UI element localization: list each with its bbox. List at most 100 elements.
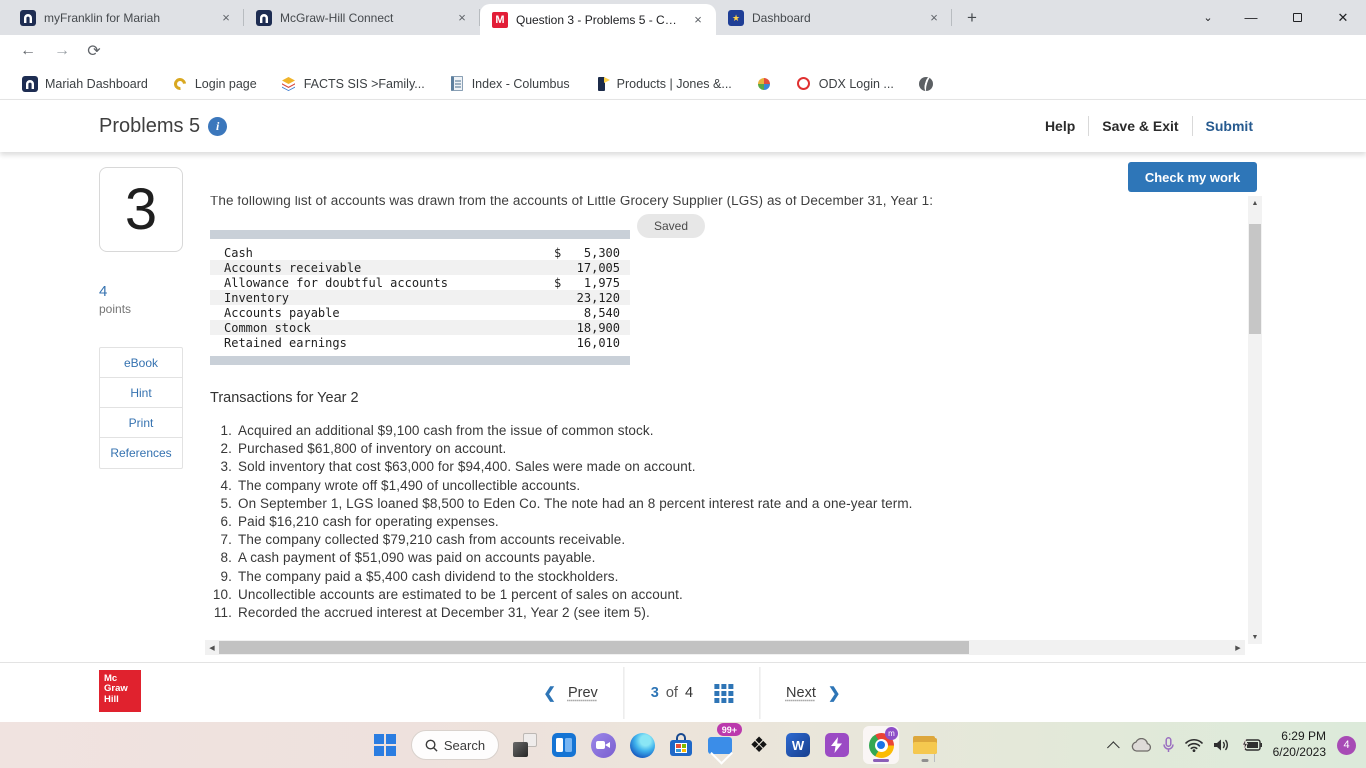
new-tab-button[interactable]: + (958, 4, 986, 32)
tab-close-icon[interactable]: × (218, 10, 234, 26)
chrome-profile-badge: m (885, 727, 898, 740)
widgets-button[interactable] (551, 732, 577, 758)
vertical-scroll-thumb[interactable] (1249, 224, 1261, 334)
gold-crest-icon (171, 75, 189, 92)
tab-close-icon[interactable]: × (454, 10, 470, 26)
mail-icon[interactable]: 99+ (707, 723, 742, 758)
forward-button[interactable]: → (50, 39, 74, 63)
system-tray: 6:29 PM 6/20/2023 4 (1106, 722, 1356, 768)
next-question-button[interactable]: Next ❯ (786, 684, 840, 702)
scroll-up-icon[interactable]: ▲ (1248, 196, 1262, 210)
check-my-work-button[interactable]: Check my work (1128, 162, 1257, 192)
bookmark-login-page[interactable]: Login page (160, 72, 269, 96)
ebook-button[interactable]: eBook (100, 348, 182, 378)
back-button[interactable]: ← (16, 39, 40, 63)
assignment-title: Problems 5 (99, 114, 201, 137)
scroll-left-icon[interactable]: ◀ (205, 640, 219, 655)
account-name: Accounts payable (224, 305, 340, 320)
page-of-label: of (665, 685, 678, 701)
account-name: Retained earnings (224, 335, 347, 350)
submit-button[interactable]: Submit (1206, 118, 1253, 134)
microphone-icon[interactable] (1162, 737, 1174, 753)
question-grid-icon[interactable] (714, 683, 734, 703)
table-row: Accounts payable 8,540 (210, 305, 630, 320)
onedrive-cloud-icon[interactable] (1131, 738, 1152, 752)
file-explorer-icon[interactable] (912, 726, 938, 764)
date-text: 6/20/2023 (1272, 745, 1326, 759)
chevron-left-icon: ❮ (543, 685, 556, 702)
assignment-header: Problems 5 i Saved Help Save & Exit Subm… (0, 100, 1366, 238)
edge-icon[interactable] (629, 732, 655, 758)
account-amount: 16,010 (576, 335, 620, 350)
horizontal-scroll-thumb[interactable] (219, 641, 969, 654)
save-and-exit-button[interactable]: Save & Exit (1102, 118, 1178, 134)
teams-chat-button[interactable] (590, 732, 616, 758)
microsoft-store-icon[interactable] (668, 732, 694, 758)
account-name: Accounts receivable (224, 260, 362, 275)
references-button[interactable]: References (100, 438, 182, 468)
tab-close-icon[interactable]: × (690, 12, 706, 28)
time-text: 6:29 PM (1281, 729, 1326, 744)
bookmark-mariah-dashboard[interactable]: Mariah Dashboard (10, 72, 160, 96)
tab-mcgrawhill-connect[interactable]: McGraw-Hill Connect × (244, 0, 480, 35)
bookmark-label: Products | Jones &... (616, 76, 732, 91)
bookmark-facts-sis[interactable]: FACTS SIS >Family... (269, 72, 437, 96)
notification-count-badge[interactable]: 4 (1337, 735, 1356, 755)
bookmark-index-columbus[interactable]: Index - Columbus (437, 72, 582, 96)
bookmarks-bar: Mariah Dashboard Login page FACTS SIS >F… (0, 68, 1366, 100)
wifi-icon[interactable] (1184, 738, 1203, 752)
lightning-app-icon[interactable] (824, 732, 850, 758)
table-band (210, 356, 630, 365)
taskbar-clock[interactable]: 6:29 PM 6/20/2023 (1273, 729, 1326, 760)
bookmark-label: Login page (194, 76, 257, 91)
minimize-button[interactable]: — (1228, 0, 1274, 35)
scroll-down-icon[interactable]: ▼ (1248, 630, 1262, 644)
tab-myfranklin[interactable]: myFranklin for Mariah × (8, 0, 244, 35)
reload-button[interactable]: ⟳ (82, 39, 106, 63)
vertical-scrollbar[interactable]: ▲ ▼ (1248, 196, 1262, 644)
tab-search-chevron-icon[interactable]: ⌄ (1188, 0, 1228, 35)
bookmark-odx-login[interactable]: ODX Login ... (784, 72, 906, 96)
transaction-item: On September 1, LGS loaned $8,500 to Ede… (238, 495, 913, 511)
restore-button[interactable] (1274, 0, 1320, 35)
taskbar-search[interactable]: Search (411, 730, 499, 760)
table-row: Accounts receivable 17,005 (210, 260, 630, 275)
word-icon[interactable]: W (785, 732, 811, 758)
tab-question3-problems5-active[interactable]: M Question 3 - Problems 5 - Conne × (480, 4, 716, 35)
browser-tab-strip: myFranklin for Mariah × McGraw-Hill Conn… (0, 0, 1366, 35)
info-icon[interactable]: i (208, 116, 228, 136)
print-button[interactable]: Print (100, 408, 182, 438)
transaction-item: The company collected $79,210 cash from … (238, 532, 626, 548)
bookmark-products-jones[interactable]: Products | Jones &... (582, 72, 744, 96)
mheducation-favicon-icon: M (492, 11, 508, 28)
next-label[interactable]: Next (786, 685, 816, 701)
dropbox-icon[interactable]: ❖ (746, 732, 772, 758)
hidden-icons-chevron[interactable] (1106, 740, 1120, 754)
tab-dashboard[interactable]: ★ Dashboard × (716, 0, 952, 35)
tab-close-icon[interactable]: × (926, 10, 942, 26)
tab-title: Dashboard (752, 10, 811, 25)
table-band (210, 230, 630, 239)
hint-button[interactable]: Hint (100, 378, 182, 408)
bookmark-pinwheel[interactable] (744, 72, 784, 96)
volume-icon[interactable] (1213, 738, 1231, 752)
battery-charging-icon[interactable] (1241, 739, 1262, 751)
transactions-title: Transactions for Year 2 (210, 390, 359, 406)
prev-label[interactable]: Prev (568, 685, 598, 701)
bookmark-label: FACTS SIS >Family... (303, 76, 425, 91)
scroll-right-icon[interactable]: ▶ (1231, 640, 1245, 655)
window-controls: ⌄ — ✕ (1188, 0, 1366, 35)
start-button[interactable] (372, 732, 398, 758)
account-amount: 18,900 (576, 320, 620, 335)
chrome-icon-active[interactable]: m (863, 726, 899, 764)
close-button[interactable]: ✕ (1320, 0, 1366, 35)
accounts-table: Cash $ 5,300 Accounts receivable 17,005 … (210, 230, 630, 365)
help-button[interactable]: Help (1045, 118, 1075, 134)
horizontal-scrollbar[interactable]: ◀ ▶ (205, 640, 1245, 655)
table-row: Retained earnings 16,010 (210, 335, 630, 350)
prev-question-button[interactable]: ❮ Prev (543, 684, 597, 702)
franklin-icon (22, 75, 38, 92)
task-view-button[interactable] (512, 732, 538, 758)
assignment-footer: Mc Graw Hill ❮ Prev 3 of 4 Next ❯ (0, 662, 1366, 722)
bookmark-globe[interactable] (906, 72, 946, 96)
